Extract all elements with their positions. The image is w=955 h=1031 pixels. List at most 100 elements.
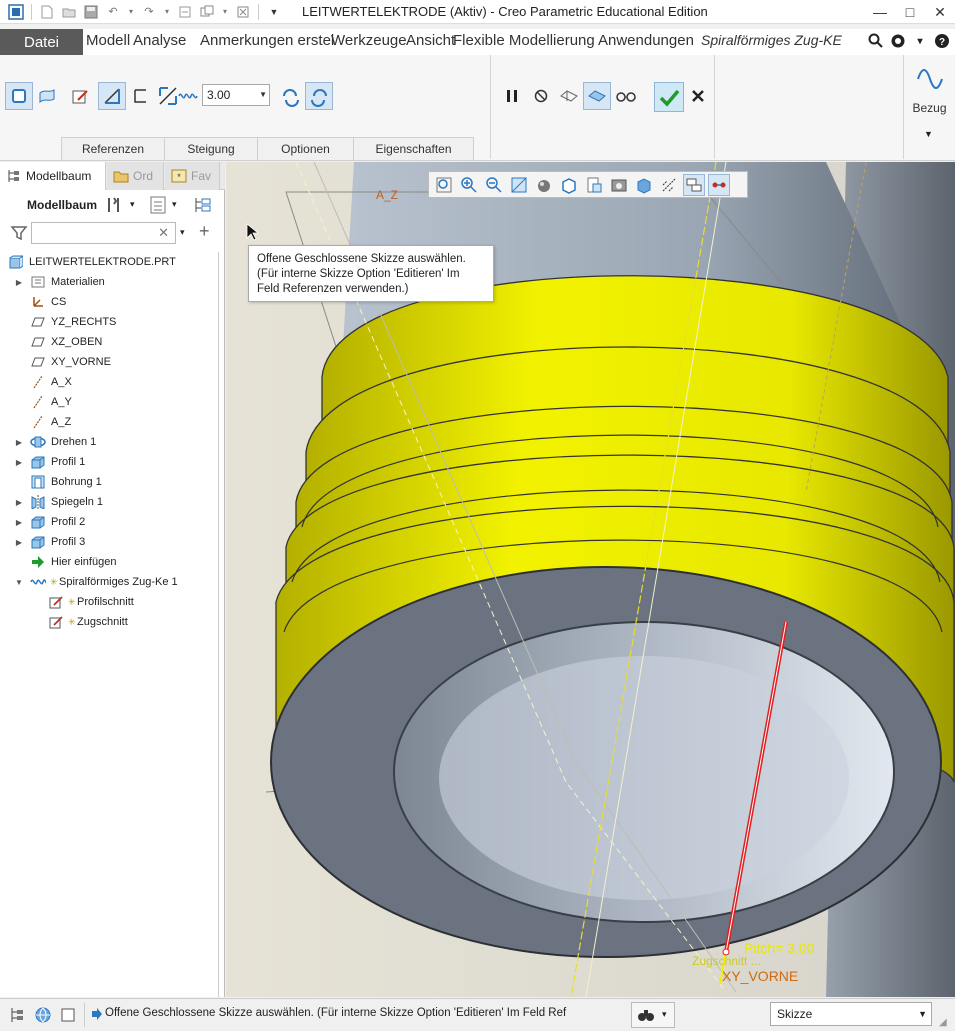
close-button[interactable]: ✕ [925, 0, 955, 24]
tab-modell[interactable]: Modell [86, 32, 130, 49]
left-handed-button[interactable] [277, 82, 305, 110]
dropdown-icon[interactable]: ▾ [911, 31, 929, 51]
tree-item[interactable]: Hier einfügen [0, 552, 220, 572]
subtab-referenzen[interactable]: Referenzen [61, 137, 165, 160]
tree-item[interactable]: A_X [0, 372, 220, 392]
tree-item[interactable]: ▶ Profil 1 [0, 452, 220, 472]
tree-item[interactable]: XY_VORNE [0, 352, 220, 372]
tab-helical-sweep[interactable]: Spiralförmiges Zug-KE [701, 32, 842, 48]
no-preview-button[interactable] [527, 82, 555, 110]
tree-item[interactable]: A_Y [0, 392, 220, 412]
pause-button[interactable] [498, 82, 526, 110]
tree-item[interactable]: ▶ Drehen 1 [0, 432, 220, 452]
selection-filter-dropdown-icon[interactable]: ▼ [918, 1009, 927, 1019]
subtab-steigung[interactable]: Steigung [164, 137, 258, 160]
new-file-icon[interactable] [39, 4, 55, 20]
show-dropdown-icon[interactable]: ▾ [172, 199, 177, 210]
undo-icon[interactable]: ↶ [105, 4, 121, 20]
refit-icon[interactable] [433, 174, 455, 196]
tree-item[interactable]: ▶ Materialien [0, 272, 220, 292]
annotation-display-icon[interactable] [683, 173, 705, 196]
tab-anmerkungen[interactable]: Anmerkungen erstel [200, 32, 334, 49]
windows-dropdown-icon[interactable]: ▾ [221, 4, 229, 20]
zoom-out-icon[interactable] [483, 174, 505, 196]
redo-icon[interactable]: ↷ [141, 4, 157, 20]
expand-icon[interactable]: ▶ [14, 498, 24, 507]
close-window-icon[interactable] [235, 4, 251, 20]
find-button[interactable]: ▾ [631, 1002, 675, 1028]
subtab-optionen[interactable]: Optionen [257, 137, 354, 160]
tab-ansicht[interactable]: Ansicht [406, 32, 455, 49]
attached-preview-button[interactable] [555, 82, 583, 110]
right-handed-button[interactable] [305, 82, 333, 110]
ok-apply-button[interactable] [654, 82, 684, 112]
tab-analyse[interactable]: Analyse [133, 32, 186, 49]
find-dropdown-icon[interactable]: ▾ [662, 1009, 667, 1020]
clear-filter-icon[interactable]: ✕ [158, 225, 169, 241]
spin-center-icon[interactable] [708, 173, 730, 196]
view-manager-icon[interactable] [608, 174, 630, 196]
open-file-icon[interactable] [61, 4, 77, 20]
tab-werkzeuge[interactable]: Werkzeuge [331, 32, 407, 49]
tab-favoriten[interactable]: * Fav [165, 162, 220, 190]
tree-item[interactable]: YZ_RECHTS [0, 312, 220, 332]
profile-button[interactable] [98, 82, 126, 110]
regenerate-icon[interactable] [177, 4, 193, 20]
tree-item[interactable]: ✳ Profilschnitt [0, 592, 220, 612]
tree-item[interactable]: ✳ Zugschnitt [0, 612, 220, 632]
perspective-icon[interactable] [633, 174, 655, 196]
surface-toggle-button[interactable] [33, 82, 61, 110]
datum-group[interactable]: Bezug ▼ [904, 55, 955, 159]
maximize-button[interactable]: □ [895, 0, 925, 24]
search-icon[interactable] [867, 31, 885, 51]
repaint-icon[interactable] [508, 174, 530, 196]
datum-display-icon[interactable] [658, 174, 680, 196]
tab-flexible-modellierung[interactable]: Flexible Modellierung [453, 32, 595, 49]
tab-anwendungen[interactable]: Anwendungen [598, 32, 694, 49]
filter-icon[interactable] [10, 224, 28, 245]
solid-toggle-button[interactable] [5, 82, 33, 110]
quick-access-dropdown-icon[interactable]: ▼ [266, 4, 282, 20]
navigator-toggle-icon[interactable] [8, 1005, 28, 1025]
expand-icon[interactable]: ▶ [14, 518, 24, 527]
fullscreen-icon[interactable] [58, 1005, 78, 1025]
tree-item[interactable]: CS [0, 292, 220, 312]
display-style-icon[interactable] [533, 174, 555, 196]
tree-item[interactable]: ▼ ✳ Spiralförmiges Zug-Ke 1 [0, 572, 220, 592]
tree-item[interactable]: ▶ Spiegeln 1 [0, 492, 220, 512]
datum-dropdown-icon[interactable]: ▼ [924, 129, 933, 139]
tree-item[interactable]: LEITWERTELEKTRODE.PRT [0, 252, 220, 272]
expand-icon[interactable]: ▶ [14, 438, 24, 447]
feature-preview-button[interactable] [583, 82, 611, 110]
resize-grip-icon[interactable]: ◢ [939, 1017, 947, 1028]
selection-filter-select[interactable]: Skizze ▼ [770, 1002, 932, 1026]
tree-item[interactable]: A_Z [0, 412, 220, 432]
zoom-in-icon[interactable] [458, 174, 480, 196]
section-button[interactable] [126, 82, 154, 110]
tree-columns-icon[interactable] [193, 195, 213, 218]
saved-views-icon[interactable] [583, 174, 605, 196]
redo-dropdown-icon[interactable]: ▾ [163, 4, 171, 20]
filter-input[interactable]: ✕ [31, 222, 176, 244]
show-icon[interactable] [149, 195, 167, 218]
creo-app-icon[interactable] [8, 3, 24, 20]
minimize-button[interactable]: — [865, 0, 895, 24]
add-filter-icon[interactable]: + [199, 221, 210, 242]
expand-icon[interactable]: ▶ [14, 278, 24, 287]
tree-item[interactable]: ▶ Profil 2 [0, 512, 220, 532]
tab-ordner[interactable]: Ord [107, 162, 164, 190]
windows-icon[interactable] [199, 4, 215, 20]
tree-item[interactable]: Bohrung 1 [0, 472, 220, 492]
tree-item[interactable]: ▶ Profil 3 [0, 532, 220, 552]
expand-icon[interactable]: ▶ [14, 458, 24, 467]
panel-splitter[interactable] [218, 252, 219, 997]
settings-dropdown-icon[interactable]: ▾ [130, 199, 135, 210]
save-icon[interactable] [83, 4, 99, 20]
help-icon[interactable]: ? [933, 31, 951, 51]
tab-modellbaum[interactable]: Modellbaum [0, 162, 106, 190]
verify-mode-button[interactable] [612, 82, 640, 110]
subtab-eigenschaften[interactable]: Eigenschaften [353, 137, 474, 160]
collapse-icon[interactable]: ▼ [14, 578, 24, 587]
file-menu-tab[interactable]: Datei [0, 29, 83, 55]
cancel-button[interactable] [684, 82, 712, 110]
